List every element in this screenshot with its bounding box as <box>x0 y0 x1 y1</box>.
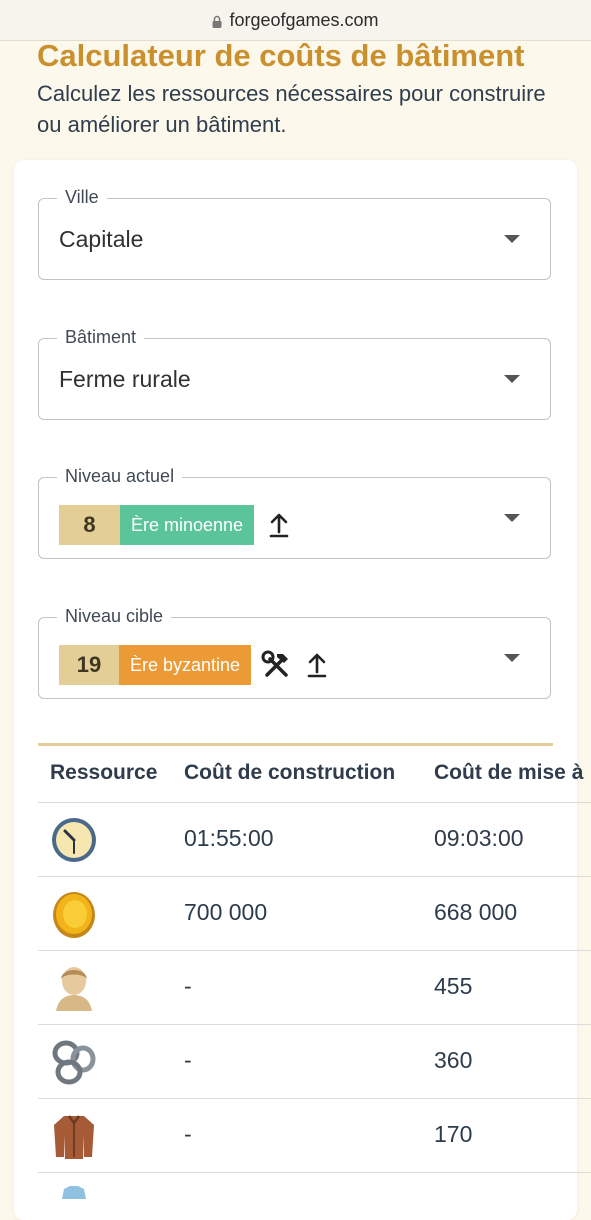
building-value: Ferme rurale <box>59 366 191 392</box>
table-row: 01:55:00 09:03:00 <box>38 803 591 877</box>
build-cost: - <box>184 1047 192 1073</box>
building-label: Bâtiment <box>57 327 145 348</box>
upgrade-cost: 09:03:00 <box>434 825 524 851</box>
upload-arrow-icon <box>307 653 327 678</box>
current-level-value: 8 Ère minoenne <box>59 505 290 545</box>
jacket-icon <box>54 1115 94 1159</box>
building-select[interactable]: Bâtiment Ferme rurale <box>38 327 551 420</box>
current-level-number: 8 <box>59 505 120 545</box>
table-header: Ressource Coût de construction Coût de m… <box>38 748 591 803</box>
table-row: - 455 <box>38 951 591 1025</box>
page-subtitle: Calculez les ressources nécessaires pour… <box>37 81 546 137</box>
table-row: 700 000 668 000 <box>38 877 591 951</box>
target-level-value: 19 Ère byzantine <box>59 645 328 685</box>
build-cost: 01:55:00 <box>184 825 274 851</box>
city-label: Ville <box>57 187 107 208</box>
table-row: - 170 <box>38 1099 591 1173</box>
upgrade-cost: 360 <box>434 1047 473 1073</box>
chevron-down-icon <box>504 375 520 383</box>
table-top-border <box>38 743 553 746</box>
table-row: - 360 <box>38 1025 591 1099</box>
column-header-resource: Ressource <box>50 761 158 784</box>
coin-icon <box>53 892 95 938</box>
tools-icon <box>261 650 289 677</box>
upgrade-cost: 170 <box>434 1121 473 1147</box>
upload-arrow-icon <box>269 513 289 538</box>
bust-icon <box>56 967 92 1011</box>
target-era-badge: Ère byzantine <box>119 645 252 685</box>
page-title: Calculateur de coûts de bâtiment <box>37 38 525 73</box>
build-cost: - <box>184 1121 192 1147</box>
chain-icon <box>52 1040 96 1085</box>
upgrade-cost: 668 000 <box>434 899 518 925</box>
chevron-down-icon <box>504 235 520 243</box>
current-level-label: Niveau actuel <box>57 466 183 487</box>
browser-url-bar[interactable]: forgeofgames.com <box>0 0 591 41</box>
chevron-down-icon <box>504 654 520 662</box>
clock-icon <box>52 818 96 862</box>
column-header-build-cost: Coût de construction <box>184 761 396 784</box>
current-level-select[interactable]: Niveau actuel 8 Ère minoenne <box>38 466 551 559</box>
target-level-number: 19 <box>59 645 119 685</box>
upgrade-cost: 455 <box>434 973 473 999</box>
city-value: Capitale <box>59 226 144 252</box>
column-header-upgrade-cost: Coût de mise à <box>434 761 584 784</box>
build-cost: - <box>184 973 192 999</box>
target-level-label: Niveau cible <box>57 606 172 627</box>
build-cost: 700 000 <box>184 899 268 925</box>
chevron-down-icon <box>504 514 520 522</box>
current-era-badge: Ère minoenne <box>120 505 255 545</box>
shirt-icon <box>62 1186 86 1199</box>
target-level-select[interactable]: Niveau cible 19 Ère byzantine <box>38 606 551 699</box>
city-select[interactable]: Ville Capitale <box>38 187 551 280</box>
lock-icon <box>212 15 222 28</box>
browser-url: forgeofgames.com <box>229 9 379 30</box>
